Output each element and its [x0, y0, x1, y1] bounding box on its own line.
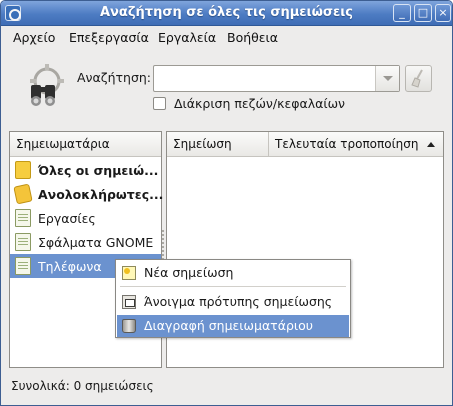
notebooks-column-header[interactable]: Σημειωματάρια: [10, 132, 161, 157]
case-sensitive-label[interactable]: Διάκριση πεζών/κεφαλαίων: [174, 96, 345, 111]
title-bar[interactable]: Αναζήτηση σε όλες τις σημειώσεις _ □ ×: [1, 1, 452, 26]
main-window: Αναζήτηση σε όλες τις σημειώσεις _ □ × Α…: [0, 0, 453, 406]
menu-bar: Αρχείο Επεξεργασία Εργαλεία Βοήθεια: [1, 26, 452, 49]
maximize-button[interactable]: □: [414, 4, 432, 22]
folder-icon: [15, 161, 31, 179]
menu-tools[interactable]: Εργαλεία: [158, 30, 216, 45]
minimize-button[interactable]: _: [393, 4, 411, 22]
menu-separator: [120, 286, 346, 287]
new-note-icon: [122, 266, 136, 280]
close-button[interactable]: ×: [435, 4, 451, 22]
trash-icon: [122, 319, 136, 333]
notebook-label: Σφάλματα GNOME: [38, 235, 154, 250]
menu-item-new-note[interactable]: Νέα σημείωση: [117, 262, 349, 284]
notebook-label: Εργασίες: [38, 211, 96, 226]
binoculars-gear-icon: [21, 61, 69, 109]
folder-star-icon: [13, 183, 33, 205]
note-icon: [15, 233, 31, 251]
notebook-label: Όλες οι σημειώ...: [38, 163, 159, 178]
search-input[interactable]: [156, 68, 374, 89]
clear-search-button[interactable]: [405, 65, 432, 92]
note-icon: [15, 257, 31, 275]
notebook-item-unfiled[interactable]: Ανολοκλήρωτες...: [10, 182, 164, 206]
menu-edit[interactable]: Επεξεργασία: [69, 30, 149, 45]
status-text: Συνολικά: 0 σημειώσεις: [11, 379, 154, 393]
column-header-last-modified-label: Τελευταία τροποποίηση: [275, 137, 419, 151]
notebook-label: Ανολοκλήρωτες...: [38, 187, 164, 202]
menu-file[interactable]: Αρχείο: [13, 30, 55, 45]
note-icon: [15, 209, 31, 227]
menu-item-label: Διαγραφή σημειωματάριου: [144, 318, 313, 333]
search-area: Αναζήτηση: Διάκριση πεζών/κεφαλαίων: [1, 49, 452, 127]
template-note-icon: [122, 295, 136, 309]
broom-icon: [411, 69, 423, 88]
search-combo[interactable]: [153, 65, 400, 92]
menu-item-label: Άνοιγμα πρότυπης σημείωσης: [144, 294, 333, 309]
status-bar: Συνολικά: 0 σημειώσεις: [1, 373, 452, 405]
menu-item-label: Νέα σημείωση: [144, 265, 234, 280]
search-dropdown-button[interactable]: [375, 66, 399, 91]
column-header-last-modified[interactable]: Τελευταία τροποποίηση: [269, 132, 443, 157]
window-title: Αναζήτηση σε όλες τις σημειώσεις: [99, 5, 354, 20]
pane-resize-handle[interactable]: [161, 229, 165, 259]
case-sensitive-checkbox[interactable]: [153, 97, 166, 110]
menu-help[interactable]: Βοήθεια: [227, 30, 278, 45]
search-label: Αναζήτηση:: [77, 70, 151, 85]
sort-ascending-icon: [427, 142, 435, 147]
menu-item-open-template[interactable]: Άνοιγμα πρότυπης σημείωσης: [117, 291, 349, 313]
column-header-note[interactable]: Σημείωση: [167, 132, 269, 157]
notebook-item-gnome-bugs[interactable]: Σφάλματα GNOME: [10, 230, 161, 254]
notebook-label: Τηλέφωνα: [38, 259, 102, 274]
notebook-item-all-notes[interactable]: Όλες οι σημειώ...: [10, 158, 161, 182]
notebook-context-menu: Νέα σημείωση Άνοιγμα πρότυπης σημείωσης …: [115, 259, 351, 338]
notebook-item-tasks[interactable]: Εργασίες: [10, 206, 161, 230]
menu-item-delete-notebook[interactable]: Διαγραφή σημειωματάριου: [117, 315, 349, 337]
